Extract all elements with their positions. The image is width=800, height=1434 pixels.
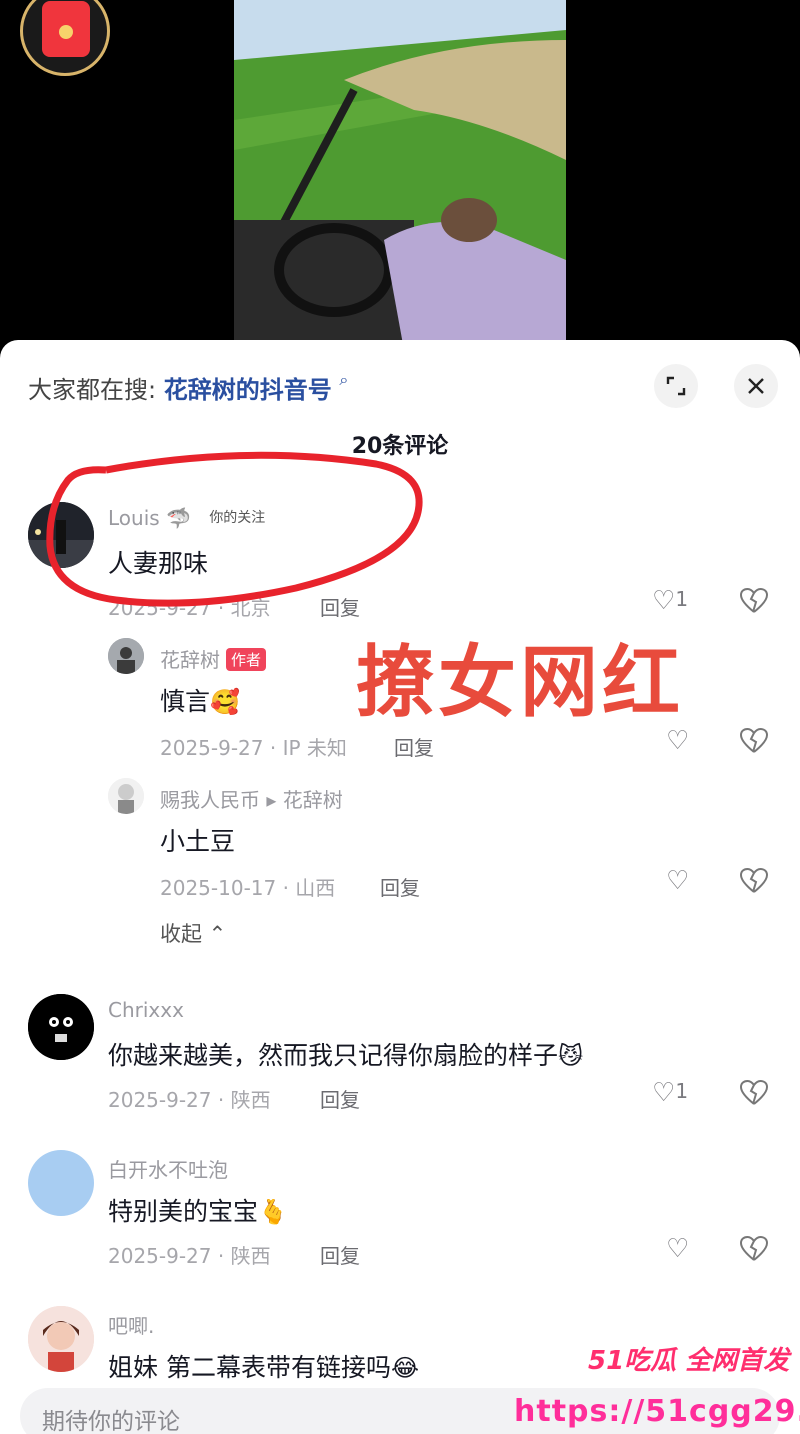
golf-cart-scene	[234, 0, 566, 350]
comment-username[interactable]: Louis 🦈 你的关注	[108, 506, 265, 530]
heart-icon: ♡	[666, 1234, 690, 1264]
trending-search-prefix: 大家都在搜:	[28, 376, 157, 404]
avatar[interactable]	[28, 1306, 94, 1372]
following-tag: 你的关注	[209, 510, 266, 526]
cat-icon: 😼	[558, 1042, 584, 1070]
avatar[interactable]	[28, 1150, 94, 1216]
red-packet-button[interactable]	[20, 0, 110, 76]
laugh-icon: 😂	[390, 1354, 419, 1382]
heart-icon: ♡	[652, 1078, 676, 1108]
like-count: 1	[675, 587, 689, 611]
video-player[interactable]	[0, 0, 800, 350]
shark-icon: 🦈	[166, 506, 191, 530]
like-button[interactable]: ♡	[666, 866, 689, 896]
broken-heart-icon	[739, 1079, 769, 1105]
dislike-button[interactable]	[739, 1235, 769, 1268]
heart-icon: ♡	[652, 586, 676, 616]
comment-text: 姐妹 第二幕表带有链接吗😂	[108, 1353, 419, 1382]
avatar[interactable]	[28, 502, 94, 568]
expand-icon	[666, 376, 686, 396]
comment-username[interactable]: 花辞树 作者	[160, 644, 267, 673]
blush-hug-icon: 🥰	[210, 688, 240, 716]
dislike-button[interactable]	[739, 867, 769, 900]
comment-text: 人妻那味	[108, 549, 209, 578]
trending-search-keyword[interactable]: 花辞树的抖音号	[164, 376, 332, 404]
watermark-title: 51吃瓜 全网首发	[588, 1346, 790, 1376]
comment-meta: 2025-9-27 · 陕西	[108, 1088, 271, 1112]
comment-username[interactable]: 吧唧.	[108, 1310, 154, 1339]
comment-username[interactable]: 白开水不吐泡	[108, 1154, 228, 1183]
comment-text: 你越来越美，然而我只记得你扇脸的样子😼	[108, 1041, 584, 1070]
like-button[interactable]: ♡1	[652, 586, 688, 616]
comment-text: 特别美的宝宝🫰	[108, 1197, 288, 1226]
comment-text: 小土豆	[160, 827, 236, 856]
watermark-url: https://51cgg29.com	[514, 1394, 800, 1429]
search-icon: ⌕	[339, 370, 349, 389]
watermark: 51吃瓜 全网首发 https://51cgg29.com	[508, 1340, 800, 1434]
avatar[interactable]	[28, 994, 94, 1060]
red-packet-icon	[42, 1, 90, 57]
broken-heart-icon	[739, 1235, 769, 1261]
broken-heart-icon	[739, 727, 769, 753]
heart-icon: ♡	[666, 866, 690, 896]
comment-meta: 2025-9-27 · 陕西	[108, 1244, 271, 1268]
like-count: 1	[675, 1079, 689, 1103]
comment-username[interactable]: 赐我人民币 ▸ 花辞树	[160, 784, 343, 813]
collapse-replies-button[interactable]: 收起 ⌃	[160, 918, 226, 948]
reply-arrow-icon: ▸	[266, 788, 277, 812]
close-icon	[748, 378, 764, 394]
comment-sheet: 大家都在搜: 花辞树的抖音号 ⌕ 20条评论 Louis 🦈 你的关注 人妻那味…	[0, 340, 800, 1434]
comment-input-placeholder: 期待你的评论	[42, 1409, 180, 1434]
comment-count: 20条评论	[351, 434, 449, 459]
trending-search[interactable]: 大家都在搜: 花辞树的抖音号 ⌕	[28, 370, 348, 405]
reply-button[interactable]: 回复	[320, 592, 360, 621]
reply-button[interactable]: 回复	[320, 1240, 360, 1269]
reply-button[interactable]: 回复	[380, 872, 420, 901]
author-badge: 作者	[226, 648, 267, 671]
video-frame	[234, 0, 566, 350]
broken-heart-icon	[739, 587, 769, 613]
close-button[interactable]	[734, 364, 778, 408]
comment-text: 慎言🥰	[160, 687, 240, 716]
reply-button[interactable]: 回复	[320, 1084, 360, 1113]
dislike-button[interactable]	[739, 587, 769, 620]
expand-button[interactable]	[654, 364, 698, 408]
comment-meta: 2025-9-27 · 北京	[108, 596, 271, 620]
overlay-caption: 撩女网红	[356, 638, 685, 728]
broken-heart-icon	[739, 867, 769, 893]
like-button[interactable]: ♡	[666, 1234, 689, 1264]
comment-meta: 2025-10-17 · 山西	[160, 876, 336, 900]
avatar[interactable]	[108, 778, 144, 814]
finger-heart-icon: 🫰	[258, 1198, 288, 1226]
dislike-button[interactable]	[739, 727, 769, 760]
comment-username[interactable]: Chrixxx	[108, 998, 184, 1022]
dislike-button[interactable]	[739, 1079, 769, 1112]
annotation-circle	[46, 451, 423, 607]
avatar[interactable]	[108, 638, 144, 674]
like-button[interactable]: ♡1	[652, 1078, 688, 1108]
comment-meta: 2025-9-27 · IP 未知	[160, 736, 347, 760]
reply-button[interactable]: 回复	[394, 732, 434, 761]
